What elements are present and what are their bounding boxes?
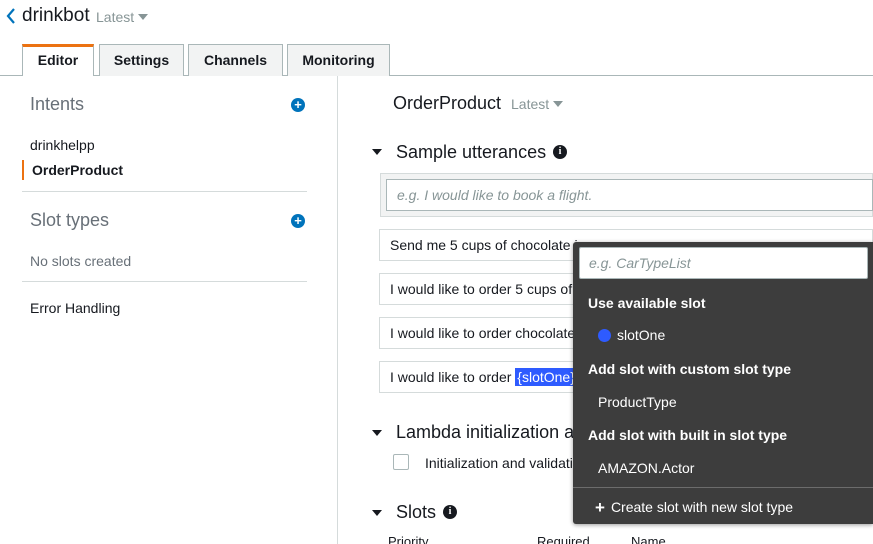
sidebar-item-error-handling[interactable]: Error Handling xyxy=(30,300,120,316)
lambda-checkbox-label: Initialization and validatio xyxy=(425,455,581,471)
option-slotone-label: slotOne xyxy=(617,327,666,343)
group-custom-slot-type: Add slot with custom slot type xyxy=(588,361,792,377)
tab-monitoring[interactable]: Monitoring xyxy=(287,44,390,76)
intent-title: OrderProduct xyxy=(393,93,502,113)
intents-heading: Intents xyxy=(30,94,85,114)
sidebar-item-orderproduct[interactable]: OrderProduct xyxy=(22,160,123,180)
lambda-checkbox[interactable] xyxy=(393,454,409,470)
bot-version-select[interactable]: Latest xyxy=(96,9,149,25)
sample-utterances-toggle-icon[interactable] xyxy=(372,149,382,155)
sidebar-item-drinkhelpp[interactable]: drinkhelpp xyxy=(30,137,95,153)
sample-utterances-title: Sample utterances xyxy=(396,142,547,162)
column-header-priority: Priority xyxy=(388,534,429,544)
group-builtin-slot-type: Add slot with built in slot type xyxy=(588,427,788,443)
slots-toggle-icon[interactable] xyxy=(372,510,382,516)
create-slot-button[interactable]: + Create slot with new slot type xyxy=(595,498,793,518)
dropdown-divider xyxy=(573,487,873,488)
info-icon[interactable]: i xyxy=(443,505,457,519)
sidebar-divider xyxy=(22,281,307,282)
utterance-prefix: I would like to order xyxy=(390,369,516,385)
option-amazon-actor[interactable]: AMAZON.Actor xyxy=(598,460,694,476)
bot-version-label: Latest xyxy=(96,9,135,25)
column-header-name: Name xyxy=(631,534,666,544)
slot-dropdown: Use available slot slotOne Add slot with… xyxy=(573,242,873,524)
slot-types-heading: Slot types xyxy=(30,210,110,230)
add-slot-type-icon[interactable]: + xyxy=(291,214,305,228)
slot-color-icon xyxy=(598,329,611,342)
sidebar-divider xyxy=(22,191,307,192)
caret-down-icon xyxy=(553,101,564,107)
group-available-slot: Use available slot xyxy=(588,295,706,311)
chevron-left-icon[interactable] xyxy=(4,6,18,26)
option-slotone[interactable]: slotOne xyxy=(598,327,665,343)
caret-down-icon xyxy=(138,14,149,20)
tab-settings[interactable]: Settings xyxy=(99,44,184,76)
info-icon[interactable]: i xyxy=(553,145,567,159)
create-slot-label: Create slot with new slot type xyxy=(610,499,794,515)
sidebar: Intents + drinkhelpp OrderProduct Slot t… xyxy=(0,76,338,544)
header: drinkbot Latest xyxy=(0,0,873,34)
slot-search-input[interactable] xyxy=(579,247,868,279)
option-producttype[interactable]: ProductType xyxy=(598,394,677,410)
tab-editor[interactable]: Editor xyxy=(22,44,94,77)
column-header-required: Required xyxy=(537,534,590,544)
intent-version-select[interactable]: Latest xyxy=(511,96,564,112)
tab-channels[interactable]: Channels xyxy=(188,44,283,76)
no-slots-text: No slots created xyxy=(30,253,132,269)
utterance-input[interactable] xyxy=(386,179,873,211)
intent-version-label: Latest xyxy=(511,96,550,112)
plus-icon: + xyxy=(595,498,605,517)
lambda-title: Lambda initialization a xyxy=(396,422,575,442)
slot-chip[interactable]: {slotOne} xyxy=(515,368,577,386)
slots-title: Slots xyxy=(396,502,437,522)
add-intent-icon[interactable]: + xyxy=(291,98,305,112)
bot-name: drinkbot xyxy=(22,5,90,26)
tab-bar: Editor Settings Channels Monitoring xyxy=(0,44,873,77)
lambda-toggle-icon[interactable] xyxy=(372,430,382,436)
